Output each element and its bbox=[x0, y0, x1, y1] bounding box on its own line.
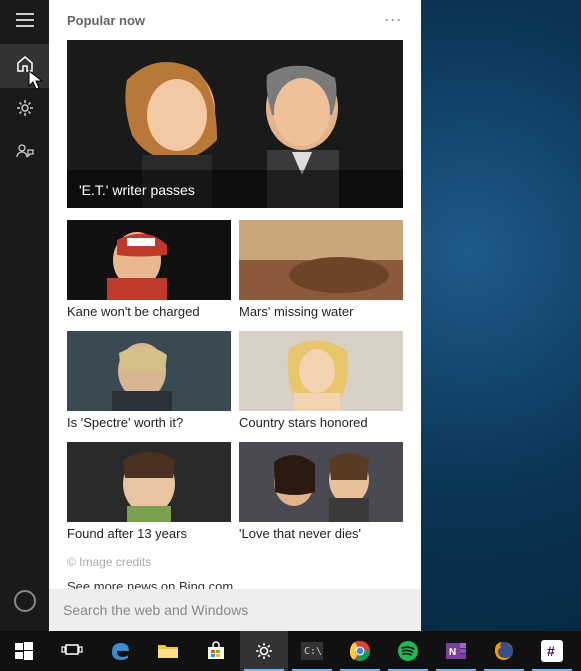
news-tile-label: Mars' missing water bbox=[239, 300, 403, 327]
feedback-icon bbox=[15, 142, 35, 167]
console-icon: C:\ bbox=[299, 638, 325, 664]
chrome-icon bbox=[347, 638, 373, 664]
news-tile-label: 'Love that never dies' bbox=[239, 522, 403, 549]
taskbar: C:\ N # bbox=[0, 631, 581, 671]
settings-app-button[interactable] bbox=[240, 631, 288, 671]
news-tile-label: Found after 13 years bbox=[67, 522, 231, 549]
cortana-panel: Popular now ··· 'E.T.' writer passes bbox=[49, 0, 421, 631]
hamburger-icon bbox=[16, 13, 34, 32]
desktop-background bbox=[421, 0, 581, 631]
firefox-icon bbox=[491, 638, 517, 664]
search-input[interactable] bbox=[63, 602, 407, 618]
firefox-button[interactable] bbox=[480, 631, 528, 671]
onenote-button[interactable]: N bbox=[432, 631, 480, 671]
slack-icon: # bbox=[539, 638, 565, 664]
news-tile-3[interactable]: Country stars honored bbox=[239, 331, 403, 438]
home-button[interactable] bbox=[0, 44, 49, 88]
featured-story[interactable]: 'E.T.' writer passes bbox=[67, 40, 403, 208]
store-icon bbox=[203, 638, 229, 664]
menu-button[interactable] bbox=[0, 0, 49, 44]
chrome-button[interactable] bbox=[336, 631, 384, 671]
svg-text:#: # bbox=[547, 643, 555, 659]
featured-story-label: 'E.T.' writer passes bbox=[79, 182, 195, 198]
more-button[interactable]: ··· bbox=[385, 13, 403, 27]
gear-icon bbox=[15, 98, 35, 123]
edge-button[interactable] bbox=[96, 631, 144, 671]
panel-body: 'E.T.' writer passes Kane won't be charg… bbox=[49, 40, 421, 589]
svg-text:C:\: C:\ bbox=[304, 646, 322, 657]
cortana-ring-icon bbox=[14, 590, 36, 612]
folder-icon bbox=[155, 638, 181, 664]
gear-icon bbox=[251, 638, 277, 664]
news-tile-label: Is 'Spectre' worth it? bbox=[67, 411, 231, 438]
panel-header: Popular now ··· bbox=[49, 0, 421, 40]
home-icon bbox=[15, 54, 35, 79]
news-tile-0[interactable]: Kane won't be charged bbox=[67, 220, 231, 327]
news-tile-1[interactable]: Mars' missing water bbox=[239, 220, 403, 327]
onenote-icon: N bbox=[443, 638, 469, 664]
search-bar[interactable] bbox=[49, 589, 421, 631]
store-button[interactable] bbox=[192, 631, 240, 671]
start-button[interactable] bbox=[0, 631, 48, 671]
fileexplorer-button[interactable] bbox=[144, 631, 192, 671]
image-credits: © Image credits bbox=[67, 555, 403, 569]
console-button[interactable]: C:\ bbox=[288, 631, 336, 671]
spotify-icon bbox=[395, 638, 421, 664]
taskview-button[interactable] bbox=[48, 631, 96, 671]
see-more-link[interactable]: See more news on Bing.com bbox=[67, 579, 403, 589]
news-tile-label: Country stars honored bbox=[239, 411, 403, 438]
windows-icon bbox=[11, 638, 37, 664]
slack-button[interactable]: # bbox=[528, 631, 576, 671]
svg-text:N: N bbox=[449, 647, 456, 658]
edge-icon bbox=[107, 638, 133, 664]
news-tile-5[interactable]: 'Love that never dies' bbox=[239, 442, 403, 549]
news-tile-4[interactable]: Found after 13 years bbox=[67, 442, 231, 549]
cortana-sidebar bbox=[0, 0, 49, 631]
cortana-button[interactable] bbox=[0, 579, 49, 623]
news-tile-2[interactable]: Is 'Spectre' worth it? bbox=[67, 331, 231, 438]
taskview-icon bbox=[59, 638, 85, 664]
panel-title: Popular now bbox=[67, 13, 145, 28]
news-tile-label: Kane won't be charged bbox=[67, 300, 231, 327]
settings-button[interactable] bbox=[0, 88, 49, 132]
feedback-button[interactable] bbox=[0, 132, 49, 176]
spotify-button[interactable] bbox=[384, 631, 432, 671]
